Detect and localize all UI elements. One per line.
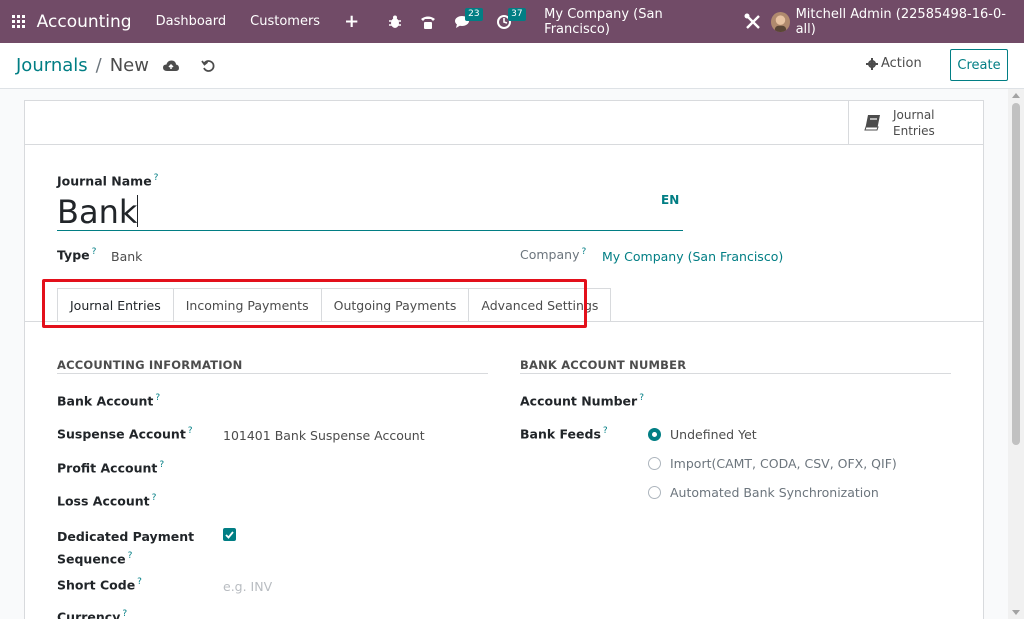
avatar[interactable] bbox=[770, 11, 790, 32]
activity-clock-icon[interactable]: 37 bbox=[497, 7, 526, 29]
vertical-scrollbar[interactable] bbox=[1008, 89, 1024, 619]
menu-dashboard[interactable]: Dashboard bbox=[156, 14, 227, 29]
currency-label: Currency? bbox=[57, 609, 128, 619]
book-icon bbox=[864, 115, 880, 131]
breadcrumb-current: New bbox=[109, 55, 149, 76]
language-button[interactable]: EN bbox=[661, 193, 679, 207]
loss-account-label: Loss Account? bbox=[57, 493, 157, 509]
bank-feeds-label: Bank Feeds? bbox=[520, 426, 608, 442]
form-sheet: Journal Entries Journal Name? Bank EN Ty… bbox=[24, 100, 984, 619]
control-panel: Journals / New Action Create bbox=[0, 43, 1024, 89]
company-switcher[interactable]: My Company (San Francisco) bbox=[544, 7, 722, 37]
bank-account-number-title: BANK ACCOUNT NUMBER bbox=[520, 358, 687, 372]
company-label: Company? bbox=[520, 247, 587, 263]
journal-name-label: Journal Name? bbox=[57, 173, 159, 189]
plus-menu-icon[interactable]: + bbox=[344, 11, 359, 32]
save-cloud-icon[interactable] bbox=[162, 60, 179, 72]
settings-tools-icon[interactable] bbox=[744, 13, 762, 31]
scroll-up-icon[interactable] bbox=[1012, 93, 1020, 98]
phone-icon[interactable] bbox=[420, 14, 436, 30]
journal-entries-smart-button[interactable]: Journal Entries bbox=[848, 101, 983, 145]
company-field[interactable]: My Company (San Francisco) bbox=[602, 249, 783, 264]
gear-icon bbox=[866, 57, 878, 70]
tabs-highlight-box bbox=[42, 279, 587, 328]
messages-badge: 23 bbox=[465, 7, 483, 21]
action-label: Action bbox=[881, 56, 922, 71]
messages-icon[interactable]: 23 bbox=[454, 7, 483, 29]
create-button[interactable]: Create bbox=[950, 49, 1008, 81]
breadcrumb-journals[interactable]: Journals bbox=[16, 55, 88, 76]
smart-button-line2: Entries bbox=[893, 124, 935, 138]
profit-account-label: Profit Account? bbox=[57, 460, 165, 476]
bug-icon[interactable] bbox=[388, 15, 402, 29]
button-box: Journal Entries bbox=[25, 101, 983, 145]
suspense-account-label: Suspense Account? bbox=[57, 426, 193, 442]
radio-icon bbox=[648, 486, 661, 499]
type-label: Type? bbox=[57, 247, 97, 263]
accounting-info-title: ACCOUNTING INFORMATION bbox=[57, 358, 243, 372]
top-navbar: Accounting Dashboard Customers + 23 37 M… bbox=[0, 0, 1024, 43]
account-number-label: Account Number? bbox=[520, 393, 644, 409]
discard-undo-icon[interactable] bbox=[201, 59, 215, 73]
smart-button-line1: Journal bbox=[893, 108, 935, 122]
short-code-input[interactable]: e.g. INV bbox=[223, 579, 272, 594]
apps-menu-icon[interactable] bbox=[0, 0, 37, 43]
bank-account-number-divider bbox=[520, 373, 951, 374]
bank-account-label: Bank Account? bbox=[57, 393, 161, 409]
scroll-down-icon[interactable] bbox=[1012, 610, 1020, 615]
scrollbar-thumb[interactable] bbox=[1012, 103, 1020, 445]
breadcrumb: Journals / New bbox=[16, 55, 215, 76]
app-title[interactable]: Accounting bbox=[37, 12, 132, 32]
dedicated-sequence-checkbox[interactable] bbox=[223, 528, 236, 541]
journal-name-input[interactable]: Bank bbox=[57, 193, 683, 231]
user-menu[interactable]: Mitchell Admin (22585498-16-0-all) bbox=[796, 7, 1014, 37]
suspense-account-field[interactable]: 101401 Bank Suspense Account bbox=[223, 428, 425, 443]
radio-icon bbox=[648, 457, 661, 470]
breadcrumb-separator: / bbox=[95, 55, 102, 76]
feed-option-import[interactable]: Import(CAMT, CODA, CSV, OFX, QIF) bbox=[648, 456, 897, 471]
type-field[interactable]: Bank bbox=[111, 249, 142, 264]
radio-selected-icon bbox=[648, 428, 661, 441]
short-code-label: Short Code? bbox=[57, 577, 142, 593]
journal-name-value: Bank bbox=[57, 193, 138, 231]
accounting-info-divider bbox=[57, 373, 488, 374]
feed-option-automated-sync[interactable]: Automated Bank Synchronization bbox=[648, 485, 879, 500]
menu-customers[interactable]: Customers bbox=[250, 14, 320, 29]
action-button[interactable]: Action bbox=[866, 56, 922, 71]
activities-badge: 37 bbox=[508, 7, 526, 21]
dedicated-sequence-label: Dedicated Payment Sequence? bbox=[57, 529, 195, 567]
feed-option-undefined[interactable]: Undefined Yet bbox=[648, 427, 757, 442]
